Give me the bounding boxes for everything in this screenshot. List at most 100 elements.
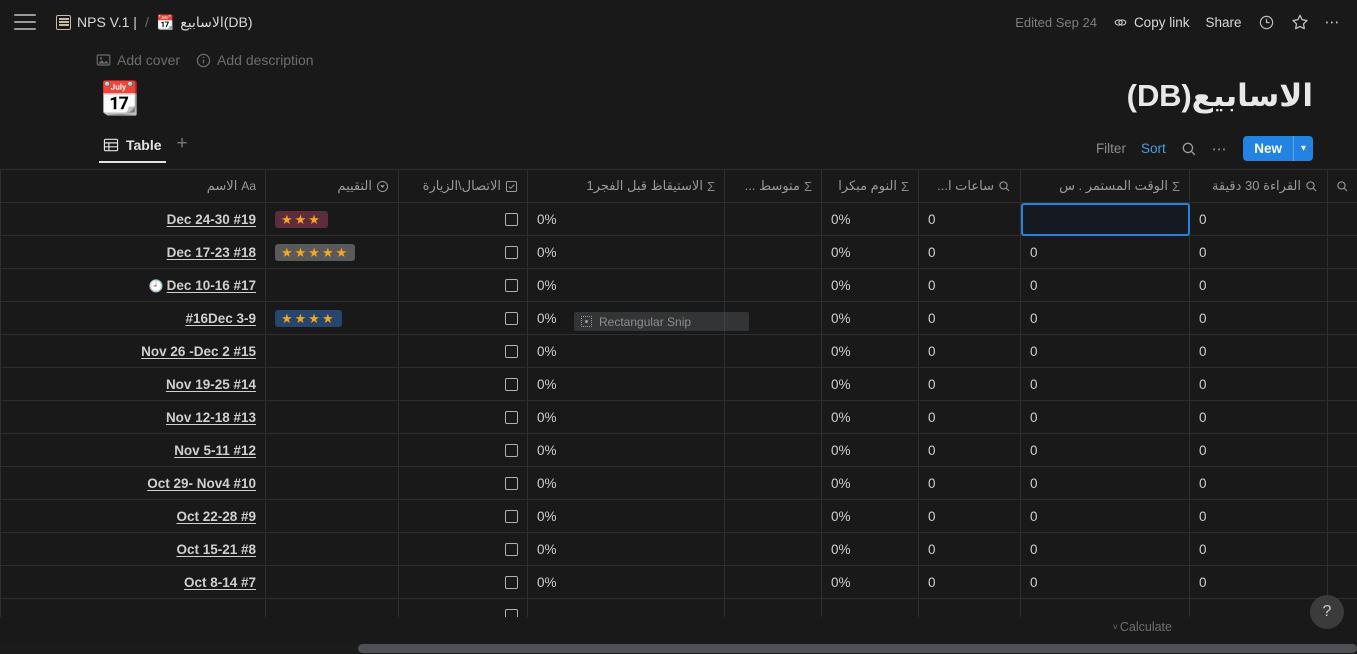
checkbox[interactable] — [505, 609, 518, 617]
cell-checkbox-visit[interactable] — [399, 335, 528, 368]
cell-hours[interactable]: 0 — [919, 566, 1021, 599]
cell-sleep[interactable]: 0% — [822, 566, 919, 599]
cell-avg[interactable] — [725, 269, 822, 302]
row-rail[interactable] — [1328, 335, 1357, 368]
cell-checkbox-visit[interactable] — [399, 368, 528, 401]
rating-pill[interactable]: ★★★★ — [275, 310, 342, 327]
cell-title[interactable]: Dec 24-30 #19 — [1, 203, 266, 236]
checkbox[interactable] — [505, 378, 518, 391]
column-header-reading[interactable]: القراءة 30 دقيقة — [1190, 170, 1328, 203]
search-icon[interactable] — [998, 180, 1011, 193]
record-name[interactable]: Nov 5-11 #12 — [174, 443, 256, 458]
cell-checkbox-visit[interactable] — [399, 467, 528, 500]
cell-fajr[interactable]: 0% — [528, 236, 725, 269]
row-rail[interactable] — [1328, 434, 1357, 467]
checkbox[interactable] — [505, 411, 518, 424]
cell-checkbox-visit[interactable] — [399, 302, 528, 335]
table-row[interactable] — [1, 599, 1357, 618]
cell-avg[interactable] — [725, 236, 822, 269]
checkbox[interactable] — [505, 576, 518, 589]
cell-checkbox-visit[interactable] — [399, 599, 528, 618]
cell-sleep[interactable]: 0% — [822, 269, 919, 302]
cell-rating[interactable] — [266, 434, 399, 467]
cell-fajr[interactable]: 0% — [528, 368, 725, 401]
cell-checkbox-visit[interactable] — [399, 269, 528, 302]
cell-sleep[interactable]: 0% — [822, 401, 919, 434]
table-row[interactable]: 0000%0%Nov 5-11 #12 — [1, 434, 1357, 467]
cell-cont[interactable]: 0 — [1021, 467, 1190, 500]
cell-checkbox-visit[interactable] — [399, 500, 528, 533]
cell-hours[interactable]: 0 — [919, 434, 1021, 467]
cell-checkbox-visit[interactable] — [399, 401, 528, 434]
row-rail[interactable] — [1328, 533, 1357, 566]
cell-hours[interactable]: 0 — [919, 401, 1021, 434]
cell-fajr[interactable]: 0% — [528, 533, 725, 566]
view-more-icon[interactable]: ⋯ — [1212, 140, 1229, 158]
checkbox[interactable] — [505, 477, 518, 490]
cell-hours[interactable]: 0 — [919, 467, 1021, 500]
row-rail[interactable] — [1328, 566, 1357, 599]
cell-fajr[interactable]: 0% — [528, 269, 725, 302]
cell-title[interactable]: Dec 17-23 #18 — [1, 236, 266, 269]
new-record-button[interactable]: New ▾ — [1243, 136, 1313, 161]
cell-cont[interactable]: 0 — [1021, 434, 1190, 467]
column-header-rate[interactable]: التقييم — [266, 170, 399, 203]
cell-title[interactable]: Oct 22-28 #9 — [1, 500, 266, 533]
cell-title[interactable]: Nov 5-11 #12 — [1, 434, 266, 467]
cell-sleep[interactable]: 0% — [822, 335, 919, 368]
cell-hours[interactable]: 0 — [919, 368, 1021, 401]
database-table-scroll[interactable]: القراءة 30 دقيقةΣالوقت المستمر . سساعات … — [0, 169, 1357, 617]
row-rail[interactable] — [1328, 269, 1357, 302]
cell-rating[interactable]: ★★★★★ — [266, 236, 399, 269]
cell-reading[interactable]: 0 — [1190, 269, 1328, 302]
cell-checkbox-visit[interactable] — [399, 203, 528, 236]
add-cover-button[interactable]: Add cover — [96, 52, 180, 68]
cell-rating[interactable] — [266, 269, 399, 302]
cell-fajr[interactable]: 0% — [528, 401, 725, 434]
record-name[interactable]: Oct 29- Nov4 #10 — [147, 476, 256, 491]
tab-table[interactable]: Table — [99, 133, 166, 163]
cell-title[interactable]: Nov 26 -Dec 2 #15 — [1, 335, 266, 368]
row-rail[interactable] — [1328, 467, 1357, 500]
calculate-button[interactable]: ˅ Calculate — [1113, 620, 1172, 634]
horizontal-scrollbar-thumb[interactable] — [358, 644, 1357, 653]
add-view-button[interactable]: + — [170, 133, 195, 163]
cell-cont[interactable]: 0 — [1021, 269, 1190, 302]
cell-rating[interactable] — [266, 467, 399, 500]
table-row[interactable]: 0000%0%★★★★★Dec 17-23 #18 — [1, 236, 1357, 269]
cell-hours[interactable]: 0 — [919, 203, 1021, 236]
cell-avg[interactable] — [725, 335, 822, 368]
share-button[interactable]: Share — [1205, 15, 1241, 30]
record-name[interactable]: Oct 8-14 #7 — [184, 575, 256, 590]
cell-rating[interactable] — [266, 368, 399, 401]
cell-avg[interactable] — [725, 368, 822, 401]
cell-fajr[interactable]: 0% — [528, 203, 725, 236]
checkbox[interactable] — [505, 213, 518, 226]
cell-fajr[interactable]: 0% — [528, 335, 725, 368]
cell-cont[interactable]: 0 — [1021, 368, 1190, 401]
record-name[interactable]: Oct 22-28 #9 — [176, 509, 256, 524]
cell-reading[interactable]: 0 — [1190, 368, 1328, 401]
column-header-name[interactable]: Aaالاسم — [1, 170, 266, 203]
cell-cont[interactable]: 0 — [1021, 566, 1190, 599]
cell-cont[interactable]: 0 — [1021, 533, 1190, 566]
column-header-visit[interactable]: الاتصال\الزيارة — [399, 170, 528, 203]
cell-title[interactable]: #16Dec 3-9 — [1, 302, 266, 335]
cell-sleep[interactable]: 0% — [822, 368, 919, 401]
cell-avg[interactable] — [725, 500, 822, 533]
cell-sleep[interactable]: 0% — [822, 434, 919, 467]
cell-rating[interactable] — [266, 533, 399, 566]
cell-avg[interactable] — [725, 401, 822, 434]
cell-reading[interactable]: 0 — [1190, 335, 1328, 368]
search-icon[interactable] — [1336, 180, 1349, 193]
page-title[interactable]: الاسابيع(DB) — [1127, 78, 1313, 114]
table-row[interactable]: 0000%0%Dec 10-16 #17🕘 — [1, 269, 1357, 302]
cell-checkbox-visit[interactable] — [399, 533, 528, 566]
table-row[interactable]: 000%0%★★★Dec 24-30 #19 — [1, 203, 1357, 236]
checkbox[interactable] — [505, 246, 518, 259]
cell-avg[interactable] — [725, 434, 822, 467]
cell-avg[interactable] — [725, 599, 822, 618]
sidebar-toggle-icon[interactable] — [14, 14, 36, 30]
column-header-sleep[interactable]: Σالنوم مبكرا — [822, 170, 919, 203]
breadcrumb-current[interactable]: الاسابيع(DB) — [180, 14, 252, 31]
